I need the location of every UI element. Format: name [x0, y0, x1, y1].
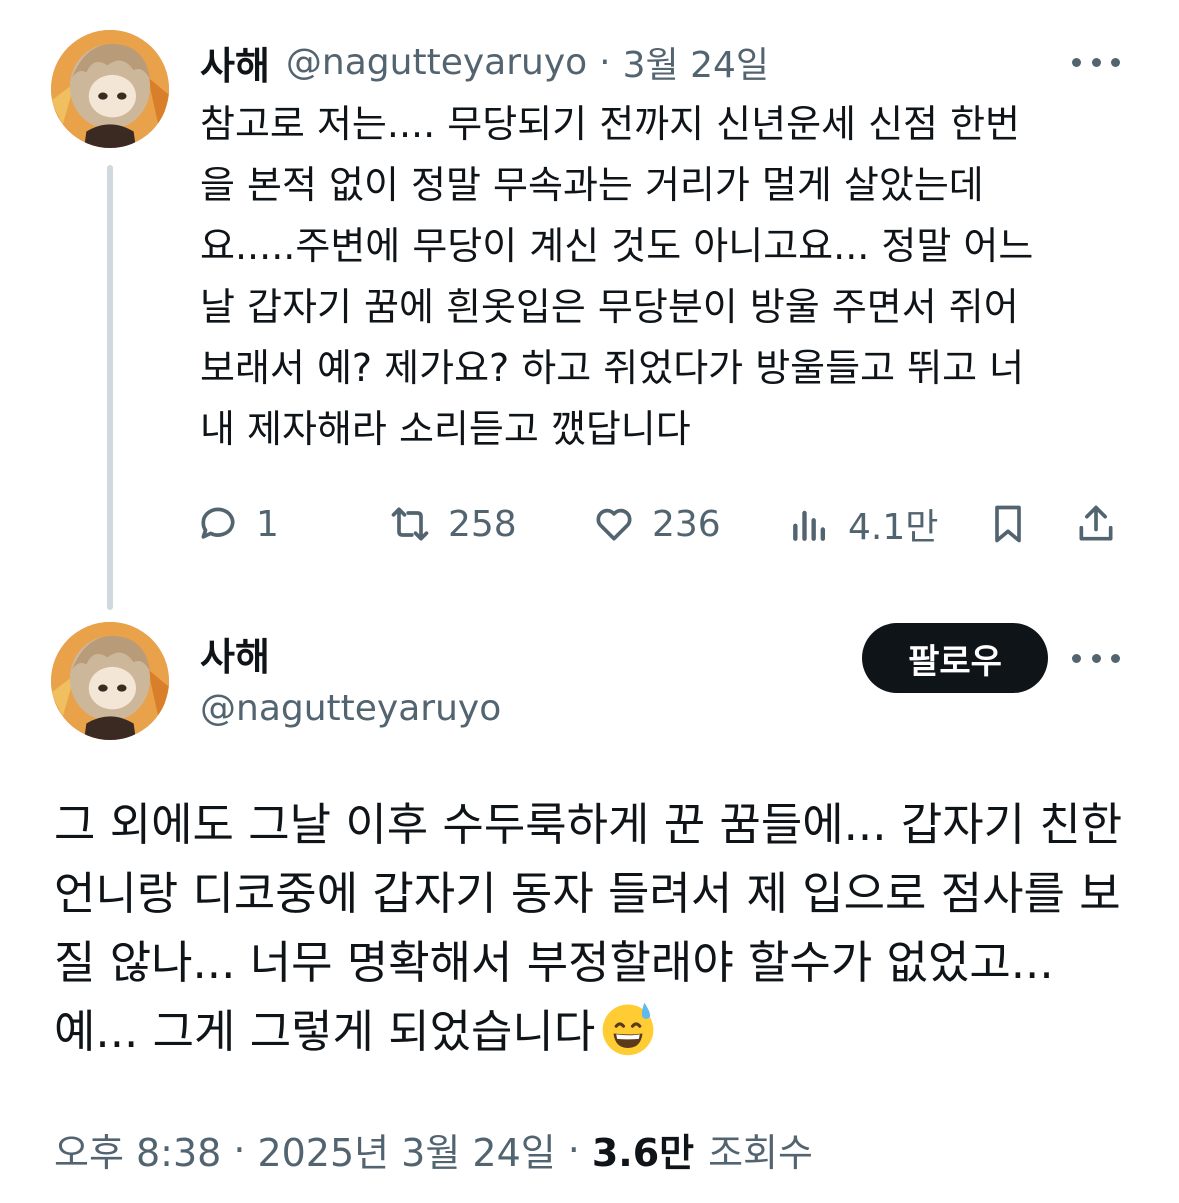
tweet-date[interactable]: 3월 24일 [623, 36, 769, 88]
tweet-header: 사해 @nagutteyaruyo · 3월 24일 [200, 34, 769, 90]
bookmark-button[interactable] [986, 494, 1030, 554]
tweet-date[interactable]: 2025년 3월 24일 [257, 1122, 555, 1177]
tweet-meta: 오후 8:38 · 2025년 3월 24일 · 3.6만 조회수 [54, 1122, 813, 1177]
reply-button[interactable]: 1 [196, 494, 279, 554]
avatar[interactable] [51, 622, 169, 740]
separator-dot: · [233, 1127, 246, 1172]
bookmark-icon [995, 505, 1021, 543]
user-handle[interactable]: @nagutteyaruyo [200, 688, 501, 729]
views-button[interactable]: 4.1만 [788, 494, 938, 554]
display-name[interactable]: 사해 [200, 35, 270, 90]
avatar-image [51, 622, 169, 740]
view-count: 4.1만 [848, 507, 939, 548]
like-button[interactable]: 236 [592, 494, 721, 554]
grinning-face-with-sweat-icon [602, 1002, 654, 1056]
separator-dot: · [599, 41, 611, 83]
more-options-icon[interactable] [1072, 50, 1120, 74]
avatar-image [51, 30, 169, 148]
user-handle[interactable]: @nagutteyaruyo [286, 42, 587, 83]
share-button[interactable] [1074, 494, 1118, 554]
tweet-actions: 1 258 236 4.1만 [196, 494, 1126, 554]
view-label: 조회수 [708, 1131, 813, 1175]
tweet-text-content: 그 외에도 그날 이후 수두룩하게 꾼 꿈들에... 갑자기 친한언니랑 디코중… [54, 798, 1123, 1058]
follow-button[interactable]: 팔로우 [862, 623, 1048, 693]
tweet-text: 참고로 저는.... 무당되기 전까지 신년운세 신점 한번 을 본적 없이 정… [200, 102, 1034, 451]
more-options-icon[interactable] [1072, 646, 1120, 670]
avatar[interactable] [51, 30, 169, 148]
reply-icon [201, 507, 235, 539]
share-icon [1079, 505, 1113, 541]
thread-connector-line [107, 165, 113, 610]
like-count: 236 [652, 503, 721, 545]
retweet-button[interactable]: 258 [388, 494, 517, 554]
retweet-count: 258 [448, 503, 517, 545]
display-name[interactable]: 사해 [200, 626, 270, 681]
retweet-icon [391, 507, 429, 541]
view-count: 3.6만 [591, 1131, 695, 1175]
analytics-icon [793, 510, 826, 541]
tweet-text: 그 외에도 그날 이후 수두룩하게 꾼 꿈들에... 갑자기 친한언니랑 디코중… [54, 790, 1134, 1066]
tweet-time[interactable]: 오후 8:38 [54, 1122, 221, 1177]
separator-dot: · [567, 1127, 580, 1172]
reply-count: 1 [256, 503, 279, 545]
heart-icon [596, 508, 632, 541]
